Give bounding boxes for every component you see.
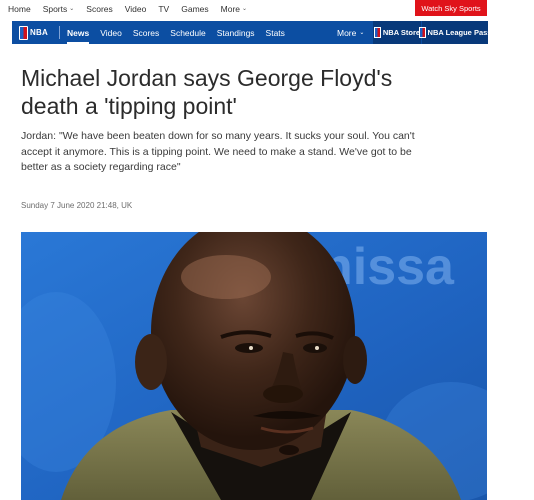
nba-logo[interactable]: NBA bbox=[19, 25, 48, 40]
top-nav-games[interactable]: Games bbox=[181, 4, 208, 14]
article-timestamp: Sunday 7 June 2020 21:48, UK bbox=[21, 201, 133, 210]
nba-nav-more[interactable]: More ⌄ bbox=[337, 21, 364, 44]
top-nav-games-label: Games bbox=[181, 3, 209, 14]
site-top-nav: Home Sports ⌄ Scores Video TV Games More ⌄… bbox=[0, 0, 534, 17]
article-hero-image[interactable]: nissa bbox=[21, 232, 487, 500]
top-nav-home[interactable]: Home bbox=[8, 4, 31, 14]
top-nav-tv[interactable]: TV bbox=[158, 4, 169, 14]
league-pass-label: NBA League Pass bbox=[427, 28, 492, 37]
nba-logo-icon bbox=[19, 25, 28, 40]
top-nav-sports[interactable]: Sports ⌄ bbox=[43, 4, 75, 14]
nba-store-link[interactable]: NBA Store bbox=[373, 21, 421, 44]
top-nav-more-label: More bbox=[220, 3, 241, 14]
nba-league-pass-link[interactable]: NBA League Pass bbox=[418, 21, 491, 44]
top-nav-video-label: Video bbox=[124, 3, 147, 14]
top-nav-tv-label: TV bbox=[158, 3, 170, 14]
watch-sky-sports-button[interactable]: Watch Sky Sports bbox=[415, 0, 487, 16]
nba-logo-icon bbox=[418, 27, 426, 38]
nba-nav-standings[interactable]: Standings bbox=[217, 21, 255, 44]
top-nav-home-label: Home bbox=[8, 3, 31, 14]
top-nav-scores[interactable]: Scores bbox=[86, 4, 112, 14]
nav-divider bbox=[59, 26, 60, 39]
hero-photo-illustration: nissa bbox=[21, 232, 487, 500]
nba-nav-stats[interactable]: Stats bbox=[266, 21, 285, 44]
nba-nav-news[interactable]: News bbox=[67, 21, 90, 44]
nba-nav-more-label: More bbox=[337, 27, 357, 38]
nba-logo-text: NBA bbox=[30, 28, 48, 37]
chevron-down-icon: ⌄ bbox=[359, 30, 365, 36]
nba-store-label: NBA Store bbox=[382, 28, 421, 37]
league-pass-brand: NBA League Pass bbox=[418, 27, 492, 38]
nba-nav-scores[interactable]: Scores bbox=[133, 21, 159, 44]
nba-nav-video[interactable]: Video bbox=[100, 21, 122, 44]
top-nav-items: Home Sports ⌄ Scores Video TV Games More ⌄ bbox=[8, 0, 259, 17]
nba-nav-bar: NBA News Video Scores Schedule Standings… bbox=[12, 21, 491, 44]
top-nav-scores-label: Scores bbox=[86, 3, 113, 14]
nba-nav-links: News Video Scores Schedule Standings Sta… bbox=[67, 21, 296, 44]
article-headline: Michael Jordan says George Floyd's death… bbox=[21, 65, 393, 119]
article-standfirst: Jordan: "We have been beaten down for so… bbox=[21, 130, 415, 173]
nba-logo-icon bbox=[373, 27, 381, 38]
top-nav-sports-label: Sports bbox=[42, 3, 68, 14]
chevron-down-icon: ⌄ bbox=[69, 6, 75, 12]
chevron-down-icon: ⌄ bbox=[242, 6, 248, 12]
nba-store-brand: NBA Store bbox=[373, 27, 421, 38]
nba-nav-schedule[interactable]: Schedule bbox=[170, 21, 205, 44]
top-nav-more[interactable]: More ⌄ bbox=[221, 4, 247, 14]
top-nav-video[interactable]: Video bbox=[125, 4, 147, 14]
